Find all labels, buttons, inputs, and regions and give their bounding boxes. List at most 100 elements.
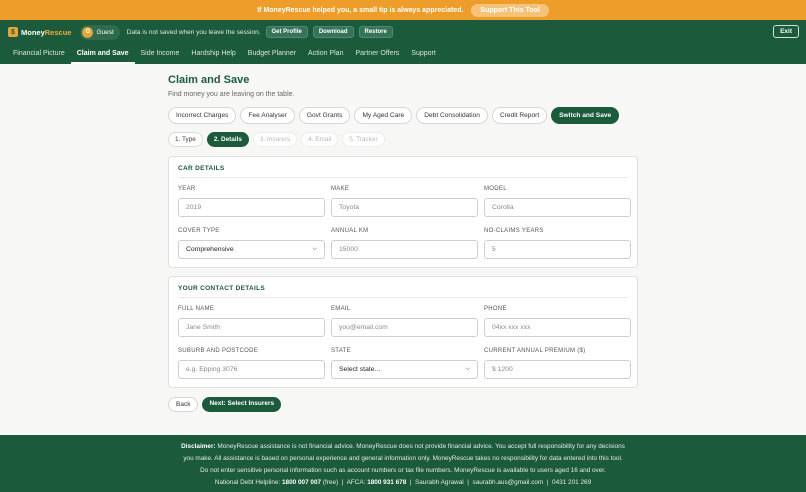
nav-side-income[interactable]: Side Income [135, 44, 186, 64]
next-select-insurers-button[interactable]: Next: Select Insurers [202, 397, 282, 412]
year-label: YEAR [178, 186, 196, 192]
cover-type-label: COVER TYPE [178, 228, 220, 234]
top-bar: $ Money Rescue G Guest Data is not saved … [0, 20, 806, 44]
helpline-label: National Debt Helpline: [214, 479, 281, 486]
nav-partner-offers[interactable]: Partner Offers [349, 44, 405, 64]
state-field-group: STATE Select state... ⌵ [331, 348, 478, 379]
suburb-input[interactable]: e.g. Epping 3076 [178, 360, 325, 379]
author-name: Saurabh Agrawal [415, 479, 464, 486]
chevron-down-icon: ⌵ [465, 366, 470, 372]
footer-line-1: Disclaimer: MoneyRescue assistance is no… [0, 441, 806, 453]
footer-contacts: National Debt Helpline: 1800 007 007 (fr… [214, 479, 592, 486]
no-claims-input[interactable]: 5 [484, 240, 631, 259]
nav-budget-planner[interactable]: Budget Planner [242, 44, 302, 64]
afca-label: AFCA: [346, 479, 366, 486]
footer-text-1: MoneyRescue assistance is not financial … [217, 443, 625, 450]
main-content: Claim and Save Find money you are leavin… [168, 74, 638, 412]
full-name-input[interactable]: Jane Smith [178, 318, 325, 337]
suburb-label: SUBURB AND POSTCODE [178, 348, 259, 354]
nav-action-plan[interactable]: Action Plan [302, 44, 349, 64]
contact-details-title: YOUR CONTACT DETAILS [178, 285, 628, 298]
tab-credit-report[interactable]: Credit Report [491, 107, 548, 124]
cover-type-select[interactable]: Comprehensive ⌵ [178, 240, 325, 259]
model-input[interactable]: Corolla [484, 198, 631, 217]
form-actions: Back Next: Select Insurers [168, 397, 638, 412]
main-nav: Financial Picture Claim and Save Side In… [0, 44, 806, 64]
afca-number[interactable]: 1800 931 678 [367, 479, 406, 486]
full-name-field-group: FULL NAME Jane Smith [178, 306, 325, 337]
email-label: EMAIL [331, 306, 351, 312]
exit-button[interactable]: Exit [773, 25, 799, 38]
restore-button[interactable]: Restore [358, 26, 393, 38]
premium-input[interactable]: $ 1200 [484, 360, 631, 379]
footer-line-3: Do not enter sensitive personal informat… [200, 467, 606, 474]
make-field-group: MAKE Toyota [331, 186, 478, 217]
no-claims-label: NO-CLAIMS YEARS [484, 228, 544, 234]
contact-details-card: YOUR CONTACT DETAILS FULL NAME Jane Smit… [168, 276, 638, 388]
state-label: STATE [331, 348, 351, 354]
step-type[interactable]: 1. Type [168, 132, 203, 147]
step-email: 4. Email [301, 132, 339, 147]
page-title: Claim and Save [168, 74, 250, 86]
cover-type-value: Comprehensive [186, 246, 234, 253]
nav-hardship-help[interactable]: Hardship Help [185, 44, 241, 64]
model-label: MODEL [484, 186, 507, 192]
guest-badge[interactable]: G Guest [80, 24, 120, 40]
year-input[interactable]: 2019 [178, 198, 325, 217]
step-details[interactable]: 2. Details [206, 132, 249, 147]
support-banner: If MoneyRescue helped you, a small tip i… [0, 0, 806, 20]
get-profile-button[interactable]: Get Profile [265, 26, 308, 38]
email-field-group: EMAIL you@email.com [331, 306, 478, 337]
suburb-field-group: SUBURB AND POSTCODE e.g. Epping 3076 [178, 348, 325, 379]
state-select[interactable]: Select state... ⌵ [331, 360, 478, 379]
nav-support[interactable]: Support [405, 44, 442, 64]
full-name-label: FULL NAME [178, 306, 215, 312]
tab-govt-grants[interactable]: Govt Grants [298, 107, 351, 124]
premium-label: CURRENT ANNUAL PREMIUM ($) [484, 348, 586, 354]
make-input[interactable]: Toyota [331, 198, 478, 217]
annual-km-input[interactable]: 15000 [331, 240, 478, 259]
guest-label: Guest [96, 28, 114, 36]
nav-claim-and-save[interactable]: Claim and Save [70, 44, 135, 64]
logo-icon: $ [8, 27, 18, 37]
annual-km-field-group: ANNUAL KM 15000 [331, 228, 478, 259]
chevron-down-icon: ⌵ [312, 246, 317, 252]
banner-text: If MoneyRescue helped you, a small tip i… [257, 6, 464, 14]
phone-label: PHONE [484, 306, 507, 312]
no-claims-field-group: NO-CLAIMS YEARS 5 [484, 228, 631, 259]
author-email[interactable]: saurabh.aus@gmail.com [473, 479, 544, 486]
back-button[interactable]: Back [168, 397, 199, 412]
tab-incorrect-charges[interactable]: Incorrect Charges [168, 107, 237, 124]
car-details-card: CAR DETAILS YEAR 2019 MAKE Toyota MODEL … [168, 156, 638, 268]
footer-line-2: you make. All assistance is based on per… [183, 455, 623, 462]
logo-text-rescue: Rescue [44, 27, 72, 37]
cover-type-field-group: COVER TYPE Comprehensive ⌵ [178, 228, 325, 259]
guest-avatar: G [82, 26, 94, 38]
helpline-number[interactable]: 1800 007 007 [282, 479, 321, 486]
download-button[interactable]: Download [312, 26, 354, 38]
session-note: Data is not saved when you leave the ses… [126, 28, 261, 36]
nav-financial-picture[interactable]: Financial Picture [7, 44, 71, 64]
phone-field-group: PHONE 04xx xxx xxx [484, 306, 631, 337]
footer: Disclaimer: MoneyRescue assistance is no… [0, 435, 806, 492]
annual-km-label: ANNUAL KM [331, 228, 369, 234]
helpline-free: (free) [322, 479, 339, 486]
state-value: Select state... [339, 366, 381, 373]
email-input[interactable]: you@email.com [331, 318, 478, 337]
app-logo[interactable]: $ Money Rescue [8, 27, 71, 37]
support-tool-button[interactable]: Support This Tool [471, 3, 549, 17]
tab-debt-consolidation[interactable]: Debt Consolidation [416, 107, 488, 124]
author-phone[interactable]: 0431 201 269 [552, 479, 591, 486]
tab-switch-and-save[interactable]: Switch and Save [551, 107, 620, 124]
logo-text-money: Money [21, 27, 45, 37]
tab-fee-analyser[interactable]: Fee Analyser [240, 107, 295, 124]
step-insurers: 3. Insurers [252, 132, 298, 147]
disclaimer-label: Disclaimer: [181, 443, 216, 450]
year-field-group: YEAR 2019 [178, 186, 325, 217]
model-field-group: MODEL Corolla [484, 186, 631, 217]
phone-input[interactable]: 04xx xxx xxx [484, 318, 631, 337]
step-tracker: 5. Tracker [342, 132, 385, 147]
premium-field-group: CURRENT ANNUAL PREMIUM ($) $ 1200 [484, 348, 631, 379]
wizard-steps: 1. Type 2. Details 3. Insurers 4. Email … [168, 132, 638, 147]
tab-my-aged-care[interactable]: My Aged Care [354, 107, 413, 124]
